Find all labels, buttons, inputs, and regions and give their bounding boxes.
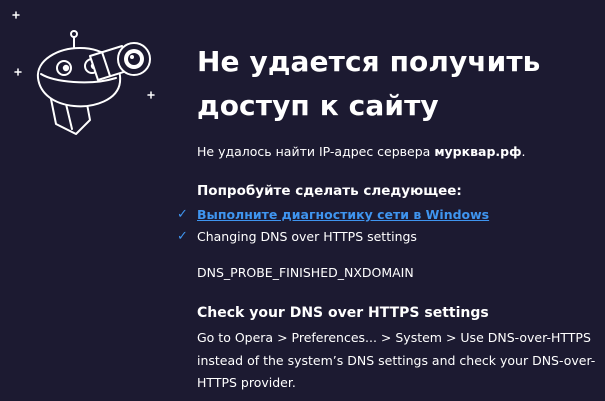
suggestions-list: ✓ Выполните диагностику сети в Windows ✓…	[177, 204, 489, 248]
suggestion-item-diagnostics: ✓ Выполните диагностику сети в Windows	[177, 204, 489, 226]
error-code: DNS_PROBE_FINISHED_NXDOMAIN	[197, 265, 414, 280]
suggestions-heading: Попробуйте сделать следующее:	[197, 183, 462, 199]
page-title-line-1: Не удается получить	[197, 45, 541, 78]
astronaut-telescope-illustration	[10, 8, 160, 138]
page-title-line-2: доступ к сайту	[197, 89, 439, 122]
error-description: Не удалось найти IP-адрес сервера мурква…	[197, 144, 526, 160]
doh-section-body: Go to Opera > Preferences... > System > …	[197, 330, 596, 390]
suggestion-label: Changing DNS over HTTPS settings	[197, 229, 417, 244]
doh-section-heading: Check your DNS over HTTPS settings	[197, 305, 489, 321]
error-page-content: Не удается получить доступ к сайту Не уд…	[177, 40, 597, 390]
error-description-text: Не удалось найти IP-адрес сервера	[197, 144, 435, 159]
checkmark-icon: ✓	[177, 207, 188, 222]
run-network-diagnostics-link[interactable]: Выполните диагностику сети в Windows	[197, 207, 489, 222]
server-host: мурквар.рф	[434, 144, 522, 159]
suggestion-item-doh: ✓ Changing DNS over HTTPS settings	[177, 226, 489, 248]
page-title: Не удается получить доступ к сайту	[197, 40, 597, 128]
checkmark-icon: ✓	[177, 229, 188, 244]
error-description-suffix: .	[521, 144, 526, 159]
